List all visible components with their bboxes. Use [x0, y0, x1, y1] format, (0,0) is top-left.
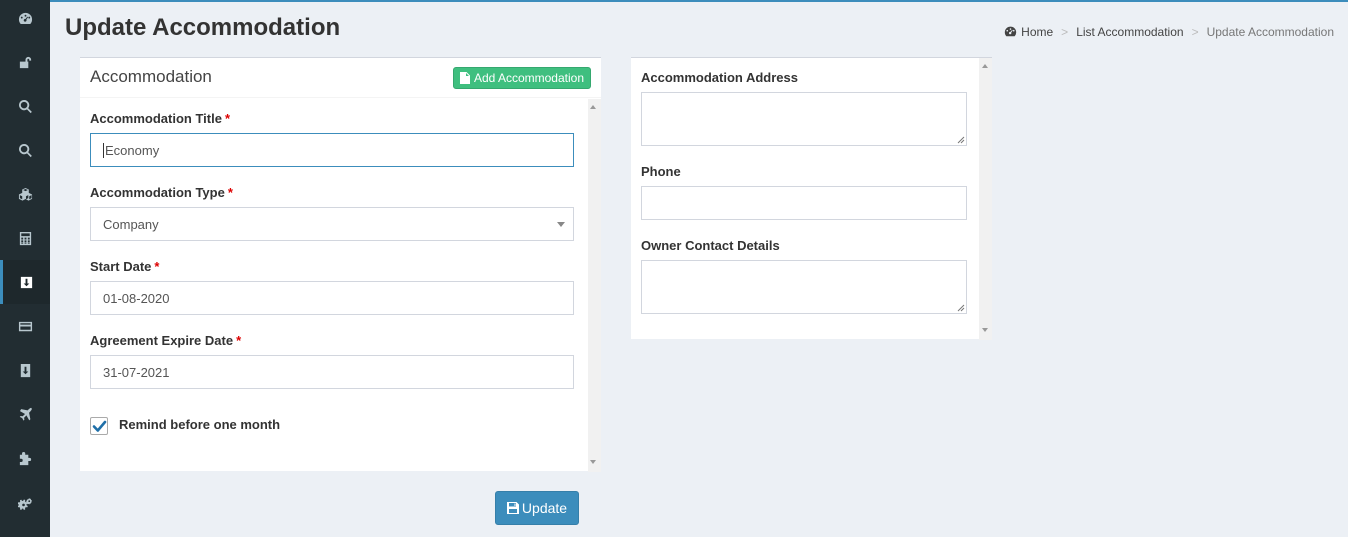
- add-accommodation-label: Add Accommodation: [473, 71, 584, 85]
- checkmark-icon: [92, 420, 107, 432]
- phone-input[interactable]: [641, 186, 967, 220]
- update-button[interactable]: Update: [495, 491, 579, 525]
- accommodation-title-value: Economy: [105, 142, 160, 158]
- sidebar-item-unlock[interactable]: [0, 40, 50, 84]
- unlock-icon: [19, 56, 31, 68]
- download-icon: [20, 363, 30, 377]
- remind-label: Remind before one month: [119, 417, 281, 432]
- download-icon: [20, 276, 33, 288]
- address-textarea[interactable]: [641, 92, 967, 146]
- expire-date-input[interactable]: 31-07-2021: [90, 355, 574, 389]
- search-icon: [18, 143, 32, 157]
- text-cursor: [103, 142, 104, 158]
- type-label: Accommodation Type *: [90, 185, 233, 200]
- calculator-icon: [19, 231, 31, 245]
- cubes-icon: [18, 187, 32, 201]
- required-mark: *: [224, 111, 231, 126]
- start-date-label: Start Date *: [90, 259, 160, 274]
- accommodation-type-value: Company: [103, 216, 159, 232]
- required-mark: *: [227, 185, 233, 200]
- sidebar-item-calculator[interactable]: [0, 216, 50, 260]
- sidebar-item-download[interactable]: [0, 348, 50, 392]
- breadcrumb-list[interactable]: List Accommodation: [1076, 25, 1183, 39]
- scroll-down-arrow[interactable]: [982, 328, 988, 332]
- phone-label: Phone: [641, 164, 681, 179]
- scroll-up-arrow[interactable]: [982, 64, 988, 68]
- start-date-value: 01-08-2020: [103, 290, 170, 306]
- sidebar: [0, 0, 50, 537]
- box-header: Accommodation Add Accommodation: [80, 58, 601, 98]
- remind-checkbox[interactable]: [90, 417, 108, 435]
- credit-card-icon: [18, 321, 32, 331]
- start-date-input[interactable]: 01-08-2020: [90, 281, 574, 315]
- accommodation-type-select[interactable]: Company: [90, 207, 574, 241]
- breadcrumb-separator: >: [1061, 25, 1069, 39]
- box-title: Accommodation: [90, 67, 212, 86]
- required-mark: *: [154, 259, 160, 274]
- required-mark: *: [236, 333, 242, 348]
- owner-contact-textarea[interactable]: [641, 260, 967, 314]
- sidebar-item-settings[interactable]: [0, 482, 50, 526]
- search-icon: [18, 99, 32, 113]
- accommodation-title-input[interactable]: Economy: [90, 133, 574, 167]
- page-title: Update Accommodation: [65, 14, 341, 41]
- form-scrollbar[interactable]: [588, 99, 601, 472]
- details-scrollbar[interactable]: [979, 58, 992, 340]
- scroll-down-arrow[interactable]: [590, 460, 596, 464]
- expire-date-label: Agreement Expire Date *: [90, 333, 242, 348]
- top-accent-line: [0, 0, 1348, 2]
- owner-contact-label: Owner Contact Details: [641, 238, 780, 253]
- sidebar-item-cubes[interactable]: [0, 172, 50, 216]
- breadcrumb-separator: >: [1191, 25, 1199, 39]
- gears-icon: [17, 497, 32, 510]
- resize-handle-icon[interactable]: [957, 136, 965, 144]
- sidebar-item-modules[interactable]: [0, 436, 50, 480]
- sidebar-item-search-2[interactable]: [0, 128, 50, 172]
- add-accommodation-button[interactable]: Add Accommodation: [452, 67, 591, 89]
- resize-handle-icon[interactable]: [957, 304, 965, 312]
- sidebar-item-dashboard[interactable]: [0, 0, 50, 40]
- breadcrumb-home-label: Home: [1021, 25, 1054, 39]
- update-label: Update: [521, 500, 568, 516]
- puzzle-icon: [19, 451, 31, 465]
- breadcrumb-current: Update Accommodation: [1206, 25, 1334, 39]
- sidebar-item-accommodation[interactable]: [0, 260, 50, 304]
- dashboard-icon: [1004, 26, 1017, 37]
- scroll-up-arrow[interactable]: [590, 105, 596, 109]
- file-icon: [459, 72, 470, 84]
- title-label: Accommodation Title *: [90, 111, 231, 126]
- plane-icon: [19, 407, 32, 421]
- breadcrumb: Home > List Accommodation > Update Accom…: [1004, 25, 1334, 39]
- dashboard-icon: [18, 12, 32, 24]
- sidebar-item-travel[interactable]: [0, 392, 50, 436]
- address-label: Accommodation Address: [641, 70, 798, 85]
- save-icon: [506, 502, 519, 514]
- expire-date-value: 31-07-2021: [103, 364, 170, 380]
- breadcrumb-home[interactable]: Home: [1004, 25, 1053, 39]
- sidebar-item-search[interactable]: [0, 84, 50, 128]
- chevron-down-icon: [557, 222, 565, 227]
- sidebar-item-card[interactable]: [0, 304, 50, 348]
